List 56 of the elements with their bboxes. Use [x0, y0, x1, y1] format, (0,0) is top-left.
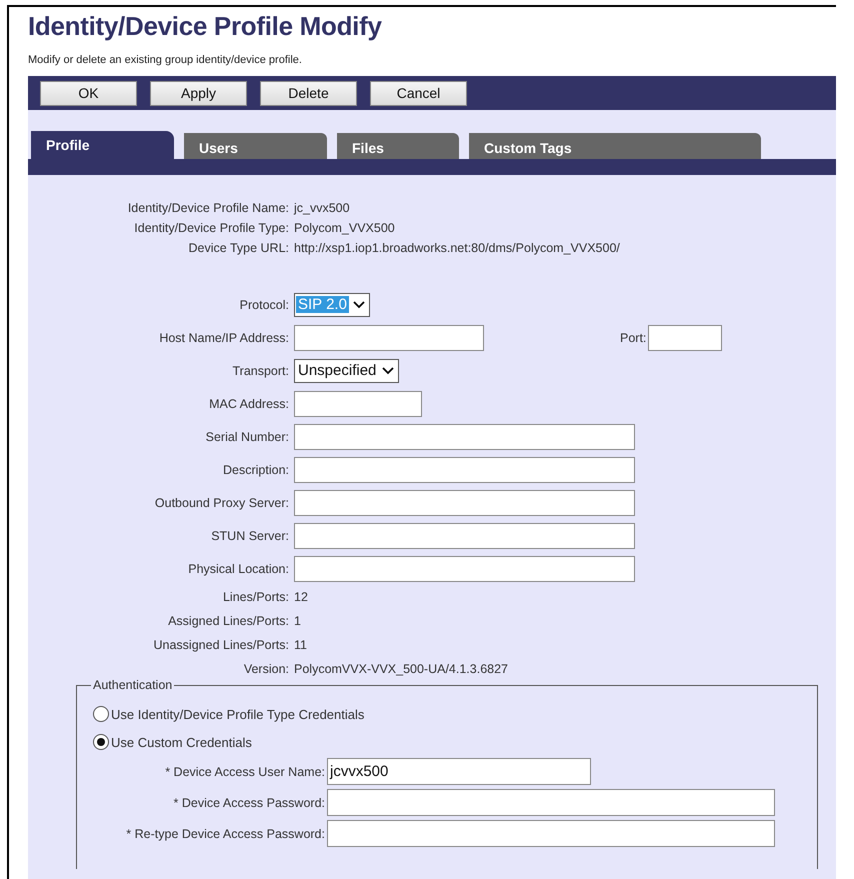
field-label: Version: [242, 661, 289, 678]
toolbar-button[interactable]: Cancel [370, 80, 467, 106]
input-field[interactable] [294, 522, 635, 548]
field-label: Description: [222, 462, 289, 479]
field-label: Host Name/IP Address: [158, 330, 289, 346]
field-label: MAC Address: [208, 396, 289, 412]
toolbar-button[interactable]: OK [40, 80, 137, 106]
field-label: Unassigned Lines/Ports: [152, 637, 289, 654]
toolbar-button[interactable]: Apply [150, 80, 247, 106]
page-title: Identity/Device Profile Modify [28, 10, 382, 42]
field-value: jc_vvx500 [294, 201, 351, 215]
field-label: Port: [620, 330, 646, 344]
field-label: STUN Server: [210, 528, 289, 544]
field-value: 1 [294, 614, 301, 628]
field-value: Polycom_VVX500 [294, 221, 396, 235]
field-label: Physical Location: [187, 560, 289, 578]
field-label: Outbound Proxy Server: [154, 494, 289, 512]
input-field[interactable] [327, 820, 775, 847]
field-label: Assigned Lines/Ports: [167, 613, 289, 630]
field-value: http://xsp1.iop1.broadworks.net:80/dms/Polycom_VVX500/ [294, 241, 621, 255]
field-label: Transport: [231, 362, 289, 380]
group-legend: Authentication [91, 678, 174, 692]
field-value: 11 [294, 638, 307, 652]
field-label: * Device Access Password: [172, 796, 325, 810]
input-field[interactable] [294, 390, 422, 416]
input-field[interactable] [294, 490, 635, 516]
field-label: * Device Access User Name: [164, 764, 325, 778]
input-field[interactable]: jcvvx500 [327, 758, 591, 785]
input-field[interactable] [294, 456, 635, 482]
page-description: Modify or delete an existing group identity/device profile. [28, 54, 302, 66]
radio-label: Use Custom Credentials [111, 734, 252, 750]
input-field[interactable] [648, 324, 722, 350]
field-label: Device Type URL: [187, 241, 289, 255]
input-field[interactable] [294, 424, 635, 450]
caret-icon [382, 366, 394, 374]
dropdown[interactable]: Unspecified [294, 358, 400, 382]
field-label: Identity/Device Profile Type: [133, 221, 289, 235]
tab[interactable]: Users [184, 133, 327, 159]
field-value: 12 [294, 590, 308, 604]
radio-button[interactable] [93, 706, 109, 722]
tab[interactable]: Profile [31, 131, 174, 159]
caret-icon [352, 300, 365, 308]
radio-button[interactable] [93, 734, 109, 750]
tab[interactable]: Custom Tags [469, 133, 761, 159]
toolbar-button[interactable]: Delete [260, 80, 357, 106]
tab[interactable]: Files [337, 133, 459, 159]
input-field[interactable] [294, 556, 635, 582]
field-label: * Re-type Device Access Password: [125, 826, 325, 840]
field-label: Serial Number: [204, 428, 289, 446]
field-label: Protocol: [238, 296, 289, 314]
input-field[interactable] [294, 324, 484, 350]
input-field[interactable] [327, 789, 775, 816]
field-label: Identity/Device Profile Name: [126, 201, 289, 215]
field-label: Lines/Ports: [222, 589, 289, 606]
radio-label: Use Identity/Device Profile Type Credentials [111, 706, 364, 722]
field-value: PolycomVVX-VVX_500-UA/4.1.3.6827 [294, 662, 508, 676]
